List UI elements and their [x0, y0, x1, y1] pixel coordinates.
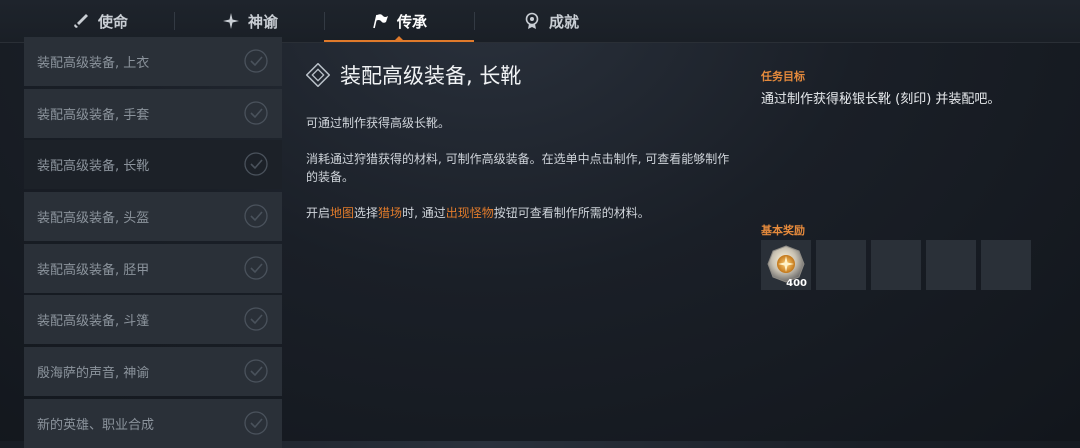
quest-label: 殷海萨的声音, 神谕 [37, 366, 150, 381]
tab-divider [324, 12, 325, 30]
objective-text: 通过制作获得秘银长靴 (刻印) 并装配吧。 [761, 92, 1001, 107]
tab-achievement[interactable]: 成就 [523, 0, 579, 42]
tab-label: 神谕 [248, 12, 279, 31]
quest-diamond-icon [306, 63, 330, 87]
link-hunting-ground[interactable]: 猎场 [378, 206, 402, 220]
tab-label: 传承 [397, 12, 428, 31]
rewards-label: 基本奖励 [761, 224, 805, 237]
quest-item[interactable]: 装配高级装备, 头盔 [24, 192, 282, 241]
quest-description-2: 消耗通过狩猎获得的材料, 可制作高级装备。在选单中点击制作, 可查看能够制作的装… [306, 152, 730, 184]
quest-title-text: 装配高级装备, 长靴 [340, 64, 522, 88]
flag-icon [373, 14, 388, 29]
checkmark-circle-icon [244, 49, 268, 73]
checkmark-circle-icon [244, 152, 268, 176]
reward-slot-empty [926, 240, 976, 290]
quest-label: 装配高级装备, 长靴 [37, 159, 150, 174]
star-burst-icon [223, 13, 239, 29]
checkmark-circle-icon [244, 256, 268, 280]
tab-divider [174, 12, 175, 30]
tab-mission[interactable]: 使命 [72, 0, 128, 42]
quest-detail: 装配高级装备, 长靴 [306, 60, 736, 90]
quest-item[interactable]: 殷海萨的声音, 神谕 [24, 347, 282, 396]
desc-text: 按钮可查看制作所需的材料。 [493, 206, 650, 220]
link-map[interactable]: 地图 [330, 206, 354, 220]
tab-oracle[interactable]: 神谕 [222, 0, 278, 42]
quest-label: 装配高级装备, 手套 [37, 108, 150, 123]
tab-label: 使命 [98, 12, 129, 31]
reward-count: 400 [786, 278, 807, 289]
reward-slot-empty [981, 240, 1031, 290]
medal-icon [525, 12, 539, 29]
quest-item-selected[interactable]: 装配高级装备, 长靴 [24, 140, 282, 189]
quest-label: 装配高级装备, 头盔 [37, 211, 150, 226]
quest-item[interactable]: 装配高级装备, 胫甲 [24, 244, 282, 293]
quest-label: 装配高级装备, 上衣 [37, 56, 150, 71]
checkmark-circle-icon [244, 204, 268, 228]
active-tab-notch [395, 36, 403, 40]
objective-label: 任务目标 [761, 70, 805, 83]
link-appear-monster[interactable]: 出现怪物 [446, 206, 494, 220]
quest-item[interactable]: 装配高级装备, 手套 [24, 89, 282, 138]
checkmark-circle-icon [244, 359, 268, 383]
quest-label: 装配高级装备, 胫甲 [37, 263, 150, 278]
checkmark-circle-icon [244, 307, 268, 331]
sword-icon [74, 14, 88, 28]
desc-text: 时, 通过 [402, 206, 446, 220]
quest-item[interactable]: 装配高级装备, 上衣 [24, 37, 282, 86]
reward-slot[interactable]: 400 [761, 240, 811, 290]
active-tab-indicator [324, 40, 474, 42]
quest-item[interactable]: 装配高级装备, 斗篷 [24, 295, 282, 344]
quest-description-3: 开启地图选择猎场时, 通过出现怪物按钮可查看制作所需的材料。 [306, 204, 736, 222]
quest-list: 装配高级装备, 上衣 装配高级装备, 手套 装配高级装备, 长靴 装配高级装备,… [24, 37, 282, 448]
tab-divider [474, 12, 475, 30]
tab-label: 成就 [549, 12, 580, 31]
reward-slot-empty [816, 240, 866, 290]
checkmark-circle-icon [244, 101, 268, 125]
quest-label: 新的英雄、职业合成 [37, 418, 155, 433]
reward-slot-empty [871, 240, 921, 290]
quest-title: 装配高级装备, 长靴 [306, 60, 736, 90]
checkmark-circle-icon [244, 411, 268, 435]
quest-label: 装配高级装备, 斗篷 [37, 314, 150, 329]
quest-description-1: 可通过制作获得高级长靴。 [306, 116, 451, 130]
desc-text: 选择 [354, 206, 379, 220]
desc-text: 开启 [306, 206, 331, 220]
